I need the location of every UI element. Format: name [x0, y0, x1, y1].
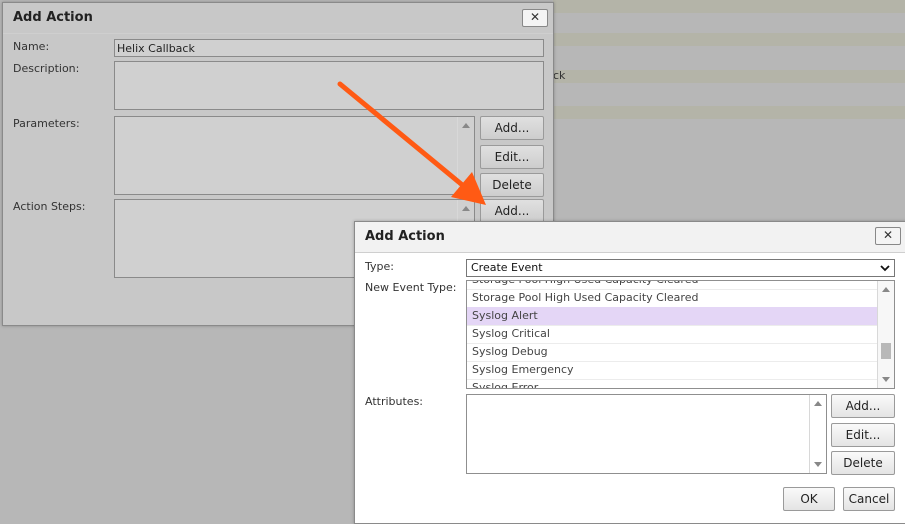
annotation-arrow [337, 81, 486, 205]
